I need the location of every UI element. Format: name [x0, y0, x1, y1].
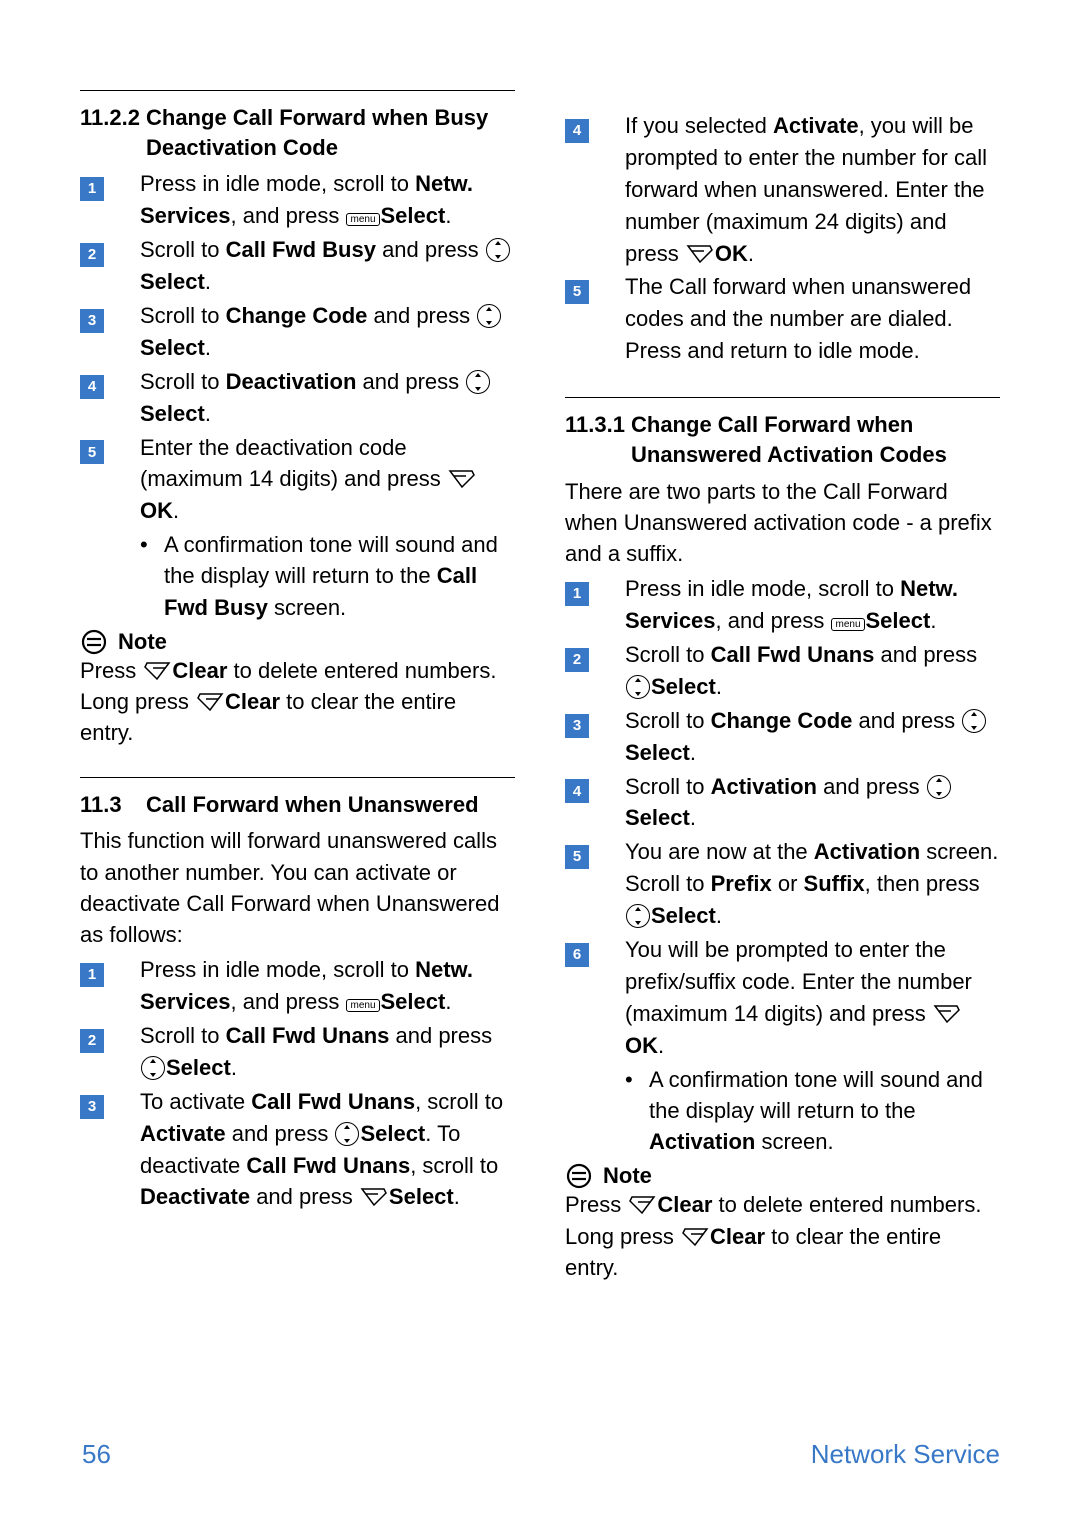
page-footer: 56 Network Service: [82, 1439, 1000, 1470]
step-number-badge: 5: [565, 845, 589, 869]
step-text: Scroll to Deactivation and press Select.: [140, 366, 515, 430]
sub-bullet-11-2-2: • A confirmation tone will sound and the…: [140, 529, 515, 623]
step-text: Scroll to Call Fwd Busy and press Select…: [140, 234, 515, 298]
step-text: Press in idle mode, scroll to Netw. Serv…: [140, 168, 515, 232]
instruction-step: 4 Scroll to Activation and press Select.: [565, 771, 1000, 835]
step-number-badge: 4: [565, 779, 589, 803]
step-text: Scroll to Call Fwd Unans and press Selec…: [625, 639, 1000, 703]
step-text: Scroll to Change Code and press Select.: [625, 705, 1000, 769]
step-number-badge: 3: [80, 1095, 104, 1119]
step-number-badge: 2: [80, 1029, 104, 1053]
instruction-step: 4 If you selected Activate, you will be p…: [565, 110, 1000, 269]
right-softkey-icon: [196, 692, 224, 712]
step-number-badge: 2: [565, 648, 589, 672]
step-number-badge: 4: [80, 375, 104, 399]
right-softkey-icon: [143, 661, 171, 681]
step-number-badge: 5: [565, 280, 589, 304]
steps-11-3: 1 Press in idle mode, scroll to Netw. Ser…: [80, 954, 515, 1213]
step-number-badge: 5: [80, 440, 104, 464]
step-text: Press in idle mode, scroll to Netw. Serv…: [625, 573, 1000, 637]
step-number-badge: 3: [80, 309, 104, 333]
note-icon: [566, 1163, 592, 1189]
left-softkey-icon: [686, 244, 714, 264]
right-softkey-icon: [628, 1195, 656, 1215]
step-number-badge: 4: [565, 119, 589, 143]
left-softkey-icon: [360, 1187, 388, 1207]
intro-paragraph-11-3: This function will forward unanswered ca…: [80, 825, 515, 950]
step-number-badge: 1: [80, 963, 104, 987]
heading-number: 11.3: [80, 790, 146, 820]
step-text: You will be prompted to enter the prefix…: [625, 934, 1000, 1062]
note-icon: [81, 629, 107, 655]
heading-title: Change Call Forward when Busy Deactivati…: [146, 103, 515, 162]
navigation-key-icon: [335, 1122, 359, 1146]
step-number-badge: 1: [80, 177, 104, 201]
instruction-step: 3 To activate Call Fwd Unans, scroll to A…: [80, 1086, 515, 1214]
navigation-key-icon: [962, 709, 986, 733]
heading-title: Call Forward when Unanswered: [146, 790, 479, 820]
left-softkey-icon: [933, 1004, 961, 1024]
note-heading: Note: [80, 629, 515, 655]
instruction-step: 6 You will be prompted to enter the prefi…: [565, 934, 1000, 1062]
section-rule: [80, 90, 515, 91]
steps-11-2-2: 1 Press in idle mode, scroll to Netw. Ser…: [80, 168, 515, 527]
navigation-key-icon: [626, 904, 650, 928]
instruction-step: 5 You are now at the Activation screen. S…: [565, 836, 1000, 932]
sub-bullet-11-3-1: • A confirmation tone will sound and the…: [625, 1064, 1000, 1158]
note-heading: Note: [565, 1163, 1000, 1189]
step-text: Scroll to Activation and press Select.: [625, 771, 1000, 835]
menu-key-icon: menu: [346, 213, 379, 226]
instruction-step: 3 Scroll to Change Code and press Select.: [565, 705, 1000, 769]
note-body: Press Clear to delete entered numbers. L…: [80, 655, 515, 749]
instruction-step: 5 The Call forward when unanswered codes …: [565, 271, 1000, 367]
instruction-step: 5 Enter the deactivation code (maximum 14…: [80, 432, 515, 528]
heading-number: 11.2.2: [80, 103, 146, 162]
instruction-step: 1 Press in idle mode, scroll to Netw. Ser…: [80, 168, 515, 232]
navigation-key-icon: [626, 675, 650, 699]
steps-11-3-continued: 4 If you selected Activate, you will be p…: [565, 110, 1000, 367]
instruction-step: 2 Scroll to Call Fwd Unans and press Sele…: [565, 639, 1000, 703]
navigation-key-icon: [141, 1056, 165, 1080]
step-text: If you selected Activate, you will be pr…: [625, 110, 1000, 269]
navigation-key-icon: [486, 238, 510, 262]
left-softkey-icon: [448, 469, 476, 489]
instruction-step: 2 Scroll to Call Fwd Unans and press Sele…: [80, 1020, 515, 1084]
footer-section: Network Service: [811, 1439, 1000, 1470]
navigation-key-icon: [477, 304, 501, 328]
page-number: 56: [82, 1439, 111, 1470]
heading-11-3: 11.3 Call Forward when Unanswered: [80, 790, 515, 820]
menu-key-icon: menu: [346, 999, 379, 1012]
steps-11-3-1: 1 Press in idle mode, scroll to Netw. Ser…: [565, 573, 1000, 1061]
navigation-key-icon: [466, 370, 490, 394]
instruction-step: 2 Scroll to Call Fwd Busy and press Selec…: [80, 234, 515, 298]
step-number-badge: 6: [565, 943, 589, 967]
note-body: Press Clear to delete entered numbers. L…: [565, 1189, 1000, 1283]
step-text: Scroll to Call Fwd Unans and press Selec…: [140, 1020, 515, 1084]
section-rule: [80, 777, 515, 778]
step-text: You are now at the Activation screen. Sc…: [625, 836, 1000, 932]
step-number-badge: 1: [565, 582, 589, 606]
heading-11-3-1: 11.3.1 Change Call Forward when Unanswer…: [565, 410, 1000, 469]
step-text: Press in idle mode, scroll to Netw. Serv…: [140, 954, 515, 1018]
right-column: 4 If you selected Activate, you will be p…: [565, 90, 1000, 1283]
step-text: Scroll to Change Code and press Select.: [140, 300, 515, 364]
step-text: To activate Call Fwd Unans, scroll to Ac…: [140, 1086, 515, 1214]
instruction-step: 4 Scroll to Deactivation and press Select…: [80, 366, 515, 430]
left-column: 11.2.2 Change Call Forward when Busy Dea…: [80, 90, 515, 1283]
section-rule: [565, 397, 1000, 398]
instruction-step: 1 Press in idle mode, scroll to Netw. Ser…: [565, 573, 1000, 637]
step-number-badge: 3: [565, 714, 589, 738]
step-text: The Call forward when unanswered codes a…: [625, 271, 1000, 367]
intro-paragraph-11-3-1: There are two parts to the Call Forward …: [565, 476, 1000, 570]
step-text: Enter the deactivation code (maximum 14 …: [140, 432, 515, 528]
heading-title: Change Call Forward when Unanswered Acti…: [631, 410, 1000, 469]
instruction-step: 3 Scroll to Change Code and press Select.: [80, 300, 515, 364]
navigation-key-icon: [927, 775, 951, 799]
menu-key-icon: menu: [831, 618, 864, 631]
step-number-badge: 2: [80, 243, 104, 267]
heading-number: 11.3.1: [565, 410, 631, 469]
right-softkey-icon: [681, 1227, 709, 1247]
instruction-step: 1 Press in idle mode, scroll to Netw. Ser…: [80, 954, 515, 1018]
heading-11-2-2: 11.2.2 Change Call Forward when Busy Dea…: [80, 103, 515, 162]
